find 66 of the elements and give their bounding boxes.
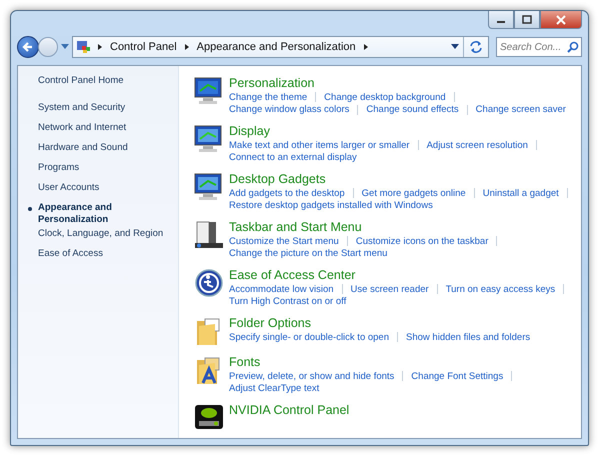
monitor-icon: [194, 125, 224, 153]
search-field[interactable]: Search Con...: [496, 37, 582, 57]
sidebar-item[interactable]: Appearance and Personalization: [38, 202, 172, 226]
category-link[interactable]: Personalization: [229, 75, 566, 91]
sidebar-item[interactable]: Network and Internet: [38, 122, 172, 134]
task-link[interactable]: Change the theme: [229, 92, 308, 103]
taskbar-icon: [194, 221, 224, 249]
sidebar-item[interactable]: Clock, Language, and Region: [38, 228, 172, 240]
maximize-icon: [521, 14, 533, 24]
category-link[interactable]: Taskbar and Start Menu: [229, 219, 506, 235]
task-link[interactable]: Specify single- or double-click to open: [229, 332, 390, 343]
category-link[interactable]: NVIDIA Control Panel: [229, 402, 350, 418]
sidebar-item[interactable]: Programs: [38, 162, 172, 174]
task-link[interactable]: Connect to an external display: [229, 152, 357, 164]
task-link[interactable]: Change window glass colors: [229, 104, 350, 116]
category-link[interactable]: Folder Options: [229, 315, 530, 331]
close-button[interactable]: [540, 11, 582, 29]
monitor-icon: [194, 77, 224, 105]
graphics-card-icon: [194, 404, 224, 430]
task-link[interactable]: Use screen reader: [350, 284, 429, 295]
task-link[interactable]: Preview, delete, or show and hide fonts: [229, 370, 394, 382]
control-panel-icon: [76, 40, 92, 54]
task-link[interactable]: Change screen saver: [476, 104, 566, 116]
refresh-icon: [469, 40, 483, 54]
task-link[interactable]: Change desktop background: [324, 92, 446, 103]
breadcrumb[interactable]: Appearance and Personalization: [194, 41, 358, 53]
task-link[interactable]: Get more gadgets online: [362, 188, 466, 199]
minimize-button[interactable]: [488, 11, 514, 29]
category-link[interactable]: Ease of Access Center: [229, 267, 572, 283]
sidebar-item[interactable]: System and Security: [38, 102, 172, 114]
maximize-button[interactable]: [514, 11, 540, 29]
category-link[interactable]: Desktop Gadgets: [229, 171, 576, 187]
chevron-icon: [96, 43, 104, 51]
bullet-icon: [28, 207, 32, 211]
chevron-icon: [182, 43, 191, 51]
task-link[interactable]: Change the picture on the Start menu: [229, 248, 388, 260]
back-arrow-icon: [22, 41, 34, 53]
task-link[interactable]: Uninstall a gadget: [482, 188, 559, 199]
dropdown-icon[interactable]: [451, 44, 459, 50]
task-link[interactable]: Restore desktop gadgets installed with Windows: [229, 200, 433, 212]
sidebar-item[interactable]: Ease of Access: [38, 248, 172, 260]
task-link[interactable]: Make text and other items larger or smaller: [229, 140, 410, 151]
breadcrumb[interactable]: Control Panel: [108, 41, 179, 53]
task-link[interactable]: Add gadgets to the desktop: [229, 188, 345, 199]
task-link[interactable]: Accommodate low vision: [229, 284, 334, 295]
task-link[interactable]: Adjust ClearType text: [229, 383, 320, 394]
task-link[interactable]: Turn on easy access keys: [446, 284, 556, 295]
task-link[interactable]: Customize icons on the taskbar: [356, 236, 488, 247]
category-link[interactable]: Display: [229, 123, 545, 139]
accessibility-icon: [195, 269, 223, 297]
search-icon: [567, 41, 579, 53]
task-link[interactable]: Show hidden files and folders: [406, 332, 530, 343]
task-link[interactable]: Adjust screen resolution: [426, 140, 528, 151]
monitor-icon: [194, 173, 224, 201]
category-link[interactable]: Fonts: [229, 354, 520, 370]
task-link[interactable]: Change sound effects: [366, 104, 459, 116]
sidebar-link[interactable]: Control Panel Home: [38, 75, 172, 86]
sidebar-item[interactable]: User Accounts: [38, 182, 172, 194]
task-link[interactable]: Change Font Settings: [411, 370, 504, 382]
task-link[interactable]: Customize the Start menu: [229, 236, 339, 247]
chevron-icon: [362, 43, 370, 51]
close-icon: [555, 14, 567, 24]
address-bar[interactable]: Control Panel Appearance and Personalization: [72, 36, 489, 58]
back-button[interactable]: [17, 36, 39, 58]
sidebar-item[interactable]: Hardware and Sound: [38, 142, 172, 154]
task-link[interactable]: Turn High Contrast on or off: [229, 296, 346, 308]
